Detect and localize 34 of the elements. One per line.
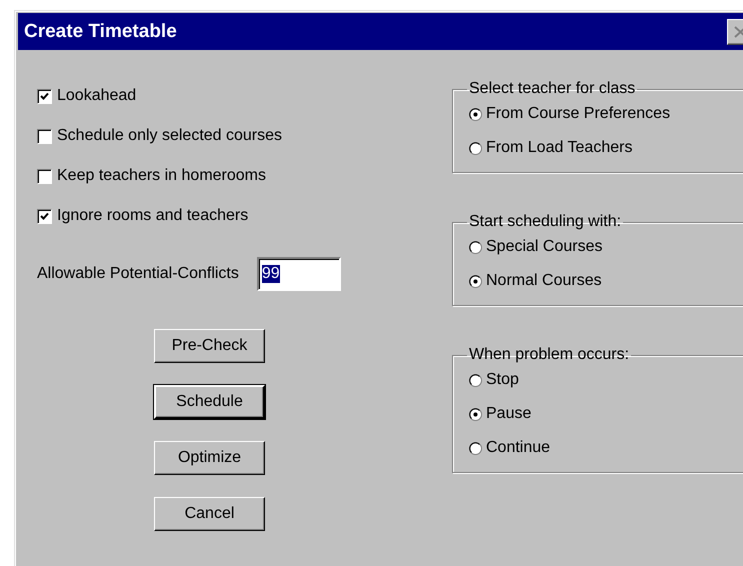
checkbox[interactable] [37,88,52,104]
radio-label[interactable]: Special Courses [486,238,602,256]
group-title: When problem occurs: [468,346,630,364]
radio-button[interactable] [469,442,482,454]
checkbox-label[interactable]: Ignore rooms and teachers [57,207,248,225]
radio-label[interactable]: Pause [486,405,532,423]
group-title: Select teacher for class [468,80,636,98]
checkmark-icon [40,92,49,100]
radio-button[interactable] [469,408,482,420]
radio-button[interactable] [469,108,482,120]
checkbox-label[interactable]: Lookahead [57,87,136,105]
group-title: Start scheduling with: [468,213,622,231]
radio-label[interactable]: From Load Teachers [486,139,632,157]
checkbox[interactable] [37,128,52,144]
checkmark-icon [40,212,49,220]
action-button[interactable]: Cancel [154,497,265,531]
field-label: Allowable Potential-Conflicts [37,265,239,283]
action-button[interactable]: Schedule [154,385,265,419]
radio-button[interactable] [469,274,482,288]
action-button[interactable]: Pre-Check [154,329,265,363]
window-title: Create Timetable [24,20,177,42]
radio-label[interactable]: Normal Courses [486,272,602,290]
checkbox[interactable] [37,168,52,184]
radio-label[interactable]: Stop [486,371,519,389]
action-button[interactable]: Optimize [154,441,265,475]
checkbox[interactable] [37,208,52,224]
radio-label[interactable]: Continue [486,439,550,457]
checkbox-label[interactable]: Keep teachers in homerooms [57,167,266,185]
input-field[interactable]: 99 [256,257,341,291]
checkbox-label[interactable]: Schedule only selected courses [57,127,282,145]
radio-label[interactable]: From Course Preferences [486,105,670,123]
radio-button[interactable] [469,374,482,386]
radio-button[interactable] [469,142,482,154]
radio-button[interactable] [469,240,482,254]
